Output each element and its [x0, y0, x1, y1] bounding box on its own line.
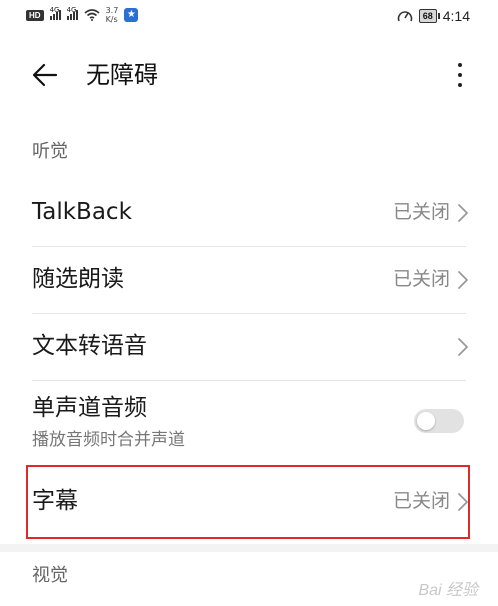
back-button[interactable]	[28, 58, 62, 92]
wifi-icon	[84, 9, 100, 21]
app-bar: 无障碍	[0, 50, 498, 100]
more-options-button[interactable]	[450, 56, 470, 94]
chevron-right-icon	[458, 204, 468, 222]
more-dot-icon	[458, 73, 462, 77]
watermark: Bai 经验	[418, 582, 478, 599]
clock: 4:14	[442, 8, 470, 24]
net-speed: 3.7 K/s	[106, 6, 119, 24]
battery-icon: 68	[418, 9, 440, 23]
net-speed-unit: K/s	[105, 15, 118, 24]
page-title: 无障碍	[86, 61, 158, 89]
signal-icon: 4G	[66, 6, 78, 20]
chevron-right-icon	[458, 338, 468, 356]
section-separator	[0, 544, 498, 552]
chevron-right-icon	[458, 271, 468, 289]
row-status: 已关闭	[392, 201, 450, 223]
row-title: 文本转语音	[32, 333, 147, 359]
section-header-hearing: 听觉	[32, 141, 68, 162]
setting-row-mono-audio[interactable]: 单声道音频 播放音频时合并声道	[0, 381, 498, 463]
hd-badge: HD	[26, 9, 44, 21]
row-title: 随选朗读	[32, 266, 124, 292]
back-arrow-icon	[32, 63, 58, 87]
setting-row-talkback[interactable]: TalkBack 已关闭	[0, 180, 498, 246]
setting-row-text-to-speech[interactable]: 文本转语音	[0, 314, 498, 380]
signal-label: 4G	[66, 6, 77, 14]
section-header-vision: 视觉	[32, 565, 68, 586]
signal-icon: 4G	[49, 6, 61, 20]
more-dot-icon	[458, 83, 462, 87]
status-bar: HD 4G 4G 3.7 K/s ★ 68 4:14	[0, 0, 498, 36]
row-status: 已关闭	[392, 268, 450, 290]
annotation-highlight-box	[26, 465, 470, 539]
row-title: 单声道音频	[32, 395, 147, 421]
status-left: HD 4G 4G 3.7 K/s ★	[26, 6, 139, 24]
status-right: 68 4:14	[397, 8, 470, 24]
signal-label: 4G	[49, 6, 60, 14]
toggle-knob	[417, 412, 435, 430]
row-subtitle: 播放音频时合并声道	[32, 430, 185, 450]
net-speed-value: 3.7	[105, 6, 119, 15]
mono-audio-toggle[interactable]	[414, 409, 464, 433]
row-title: TalkBack	[32, 199, 132, 225]
setting-row-select-to-speak[interactable]: 随选朗读 已关闭	[0, 247, 498, 313]
speedometer-icon	[397, 11, 413, 22]
notification-star-icon: ★	[124, 8, 139, 22]
more-dot-icon	[458, 63, 462, 67]
